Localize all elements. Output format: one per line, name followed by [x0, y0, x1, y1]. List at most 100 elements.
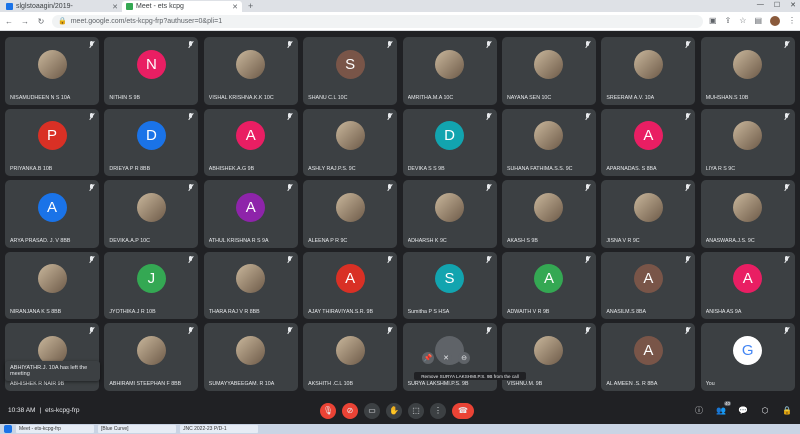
participant-photo-avatar [236, 335, 266, 365]
activities-icon[interactable]: ⬡ [760, 406, 770, 416]
menu-icon[interactable]: ⋮ [788, 16, 796, 26]
participant-tile[interactable]: SUHANA FATHIMA.S.S. 9C [501, 108, 596, 177]
people-icon[interactable]: 👥 40 [716, 400, 731, 416]
participant-tile[interactable]: A AJAY THIRAVIYAN.S.R. 9B [303, 251, 398, 320]
participant-tile[interactable]: D DEVIKA S S 9B [402, 108, 497, 177]
star-icon[interactable]: ☆ [739, 16, 746, 26]
url-input[interactable]: 🔒 meet.google.com/ets-kcpg-frp?authuser=… [52, 14, 703, 28]
participant-tile[interactable]: A ABHISHEK.A.G 9B [203, 108, 298, 177]
participant-tile[interactable]: NIRANJANA K S 8BB [5, 251, 99, 320]
participant-tile[interactable]: N NITHIN S 9B [104, 37, 199, 105]
raise-hand-button[interactable]: ✋ [386, 402, 402, 419]
participant-photo-avatar [534, 49, 564, 79]
participant-photo-avatar [733, 192, 763, 222]
new-tab-button[interactable]: + [242, 1, 259, 12]
share-icon[interactable]: ⇪ [725, 16, 732, 26]
muted-mic-icon [684, 327, 690, 335]
participant-tile[interactable]: NISAMUDHEEN N S 10A [5, 37, 99, 105]
taskbar-item-1[interactable]: [Blue Curve] [98, 425, 176, 433]
camera-off-button[interactable]: ⊘ [342, 402, 358, 419]
extensions-icon[interactable]: ▤ [754, 16, 762, 26]
participant-tile[interactable]: A APARNADAS. S 8BA [601, 108, 696, 177]
participant-tile[interactable]: AKASH S 9B [501, 180, 596, 248]
participant-name: SREERAM A.V. 10A [606, 94, 655, 101]
taskbar-item-0[interactable]: Meet - ets-kcpg-frp [16, 425, 94, 433]
participant-tile[interactable]: SREERAM A.V. 10A [601, 37, 696, 105]
participant-tile[interactable]: D DRIEYA P R 8BB [104, 108, 199, 177]
participant-tile[interactable]: LIYA R S 9C [700, 108, 795, 177]
participant-tile[interactable]: AMRITHA.M.A 10C [402, 37, 497, 105]
participant-name: NAYANA SEN 10C [506, 94, 552, 101]
close-window-icon[interactable]: ✕ [790, 1, 796, 9]
taskbar-item-2[interactable]: JNC 2022-23 P/D-1 [180, 425, 258, 433]
participant-tile[interactable]: NAYANA SEN 10C [501, 37, 596, 105]
participant-tile[interactable]: A ANISHA AS 9A [700, 251, 795, 320]
profile-avatar[interactable] [770, 16, 780, 26]
participant-name: VISHNU.M. 9B [506, 380, 543, 387]
participant-photo-avatar [534, 335, 564, 365]
participant-name: NIRANJANA K S 8BB [10, 309, 62, 316]
participant-tile[interactable]: ANASWARA.J.S. 9C [700, 180, 795, 248]
minimize-icon[interactable]: — [757, 1, 764, 9]
participant-letter-avatar: A [236, 121, 266, 151]
participant-tile[interactable]: A AL AMEEN .S. R 8BA [601, 323, 696, 391]
participant-tile[interactable]: A ATHUL KRISHNA R S 9A [203, 180, 298, 248]
participant-tile[interactable]: A ADWAITH V R 9B [501, 251, 596, 320]
meeting-code: ets-kcpg-frp [45, 407, 80, 414]
participant-tile[interactable]: A ANASILM.S 8BA [601, 251, 696, 320]
participant-photo-avatar [335, 121, 365, 151]
chat-icon[interactable]: 💬 [738, 406, 748, 416]
participant-tile[interactable]: G You [700, 323, 795, 391]
participant-tile[interactable]: P PRIYANKA.B 10B [5, 108, 99, 177]
captions-button[interactable]: ▭ [364, 402, 380, 419]
maximize-icon[interactable]: ☐ [774, 1, 780, 9]
participant-tile[interactable]: J JYOTHIKA.J R 10B [104, 251, 199, 320]
meeting-time: 10:38 AM [8, 407, 36, 414]
participant-tile[interactable]: JISNA V R 9C [601, 180, 696, 248]
start-icon[interactable] [4, 425, 12, 433]
participant-tile[interactable]: AKSHITH .C.L 10B [303, 323, 398, 391]
participant-photo-avatar [136, 335, 166, 365]
mic-off-button[interactable]: 🎙 [320, 402, 336, 419]
present-button[interactable]: ⬚ [408, 402, 424, 419]
participant-name: THARA RAJ V R 8BB [208, 309, 260, 316]
participant-tile[interactable]: THARA RAJ V R 8BB [203, 251, 298, 320]
forward-icon[interactable]: → [20, 17, 30, 26]
participant-tile[interactable]: ADHARSH K 9C [402, 180, 497, 248]
browser-tab-1[interactable]: Meet - ets kcpg ✕ [122, 1, 242, 12]
info-icon[interactable]: ⓘ [694, 406, 704, 416]
participant-tile[interactable]: VISHNU.M. 9B [501, 323, 596, 391]
participant-tile[interactable]: ABHIRAMI STEEPHAN F 8BB [104, 323, 199, 391]
remove-participant-icon[interactable]: ⊖ [458, 352, 470, 364]
participant-tile[interactable]: ASHLY RAJ.P.S. 9C [303, 108, 398, 177]
participant-tile[interactable]: VISHAL KRISHNA.K.K 10C [203, 37, 298, 105]
taskbar-item-label: Meet - ets-kcpg-frp [19, 426, 61, 432]
participant-tile[interactable]: S Sumitha P S HSA [402, 251, 497, 320]
camera-icon[interactable]: ▣ [709, 16, 717, 26]
leave-call-button[interactable]: ☎ [452, 402, 474, 419]
participant-tile[interactable]: SUMAYYABEEGAM. R 10A [203, 323, 298, 391]
participant-tile[interactable]: ALEENA P R 9C [303, 180, 398, 248]
pin-icon[interactable]: 📌 [422, 352, 434, 364]
mute-participant-icon[interactable]: ✕ [440, 352, 452, 364]
close-tab-icon[interactable]: ✕ [112, 3, 118, 11]
participant-tile[interactable]: S SHANU C.L 10C [303, 37, 398, 105]
more-options-button[interactable]: ⋮ [430, 402, 446, 419]
toolbar-icons: ▣ ⇪ ☆ ▤ ⋮ [709, 16, 796, 26]
participant-photo-avatar [136, 192, 166, 222]
meeting-separator: | [39, 407, 42, 414]
participant-tile[interactable]: DEVIKA.A.P 10C [104, 180, 199, 248]
reload-icon[interactable]: ↻ [36, 17, 46, 26]
participant-photo-avatar [335, 335, 365, 365]
participant-tile[interactable]: A ARYA PRASAD. J. V 8BB [5, 180, 99, 248]
participant-name: JYOTHIKA.J R 10B [109, 309, 156, 316]
muted-mic-icon [486, 255, 492, 264]
browser-tab-0[interactable]: slglstoaagin/2019- ✕ [2, 1, 122, 12]
participant-letter-avatar: A [534, 264, 564, 294]
participant-photo-avatar [236, 264, 266, 294]
participant-tile[interactable]: MUHSHAN.S 10B [700, 37, 795, 105]
close-tab-icon[interactable]: ✕ [232, 3, 238, 11]
participant-name: ADWAITH V R 9B [506, 309, 550, 316]
back-icon[interactable]: ← [4, 17, 14, 26]
host-controls-icon[interactable]: 🔒 [782, 406, 792, 416]
